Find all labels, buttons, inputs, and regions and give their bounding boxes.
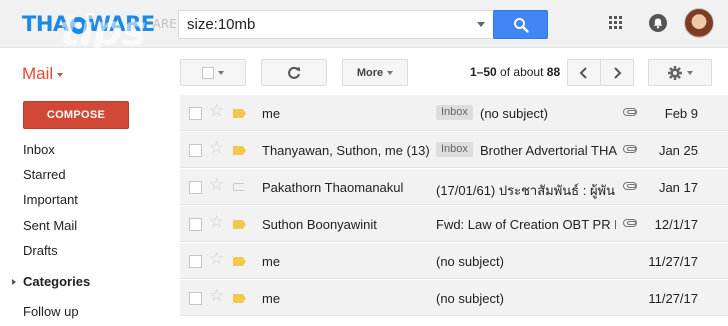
message-subject: (no subject)	[436, 254, 504, 269]
message-subject: (no subject)	[480, 106, 548, 121]
message-date: 11/27/17	[648, 291, 698, 306]
row-checkbox[interactable]	[189, 107, 202, 120]
star-icon[interactable]: ☆	[209, 214, 224, 231]
apps-grid-icon[interactable]	[609, 16, 623, 30]
avatar[interactable]	[684, 8, 714, 38]
message-date: Jan 17	[658, 180, 698, 195]
attachment-icon	[623, 108, 637, 116]
select-all-button[interactable]	[180, 59, 246, 86]
logo-dot-icon	[69, 16, 87, 34]
row-checkbox[interactable]	[189, 292, 202, 305]
message-row[interactable]: ☆ Suthon Boonyawinit Fwd: Law of Creatio…	[180, 206, 728, 242]
notifications-icon[interactable]	[649, 14, 667, 32]
row-checkbox[interactable]	[189, 144, 202, 157]
star-icon[interactable]: ☆	[209, 251, 224, 268]
message-subject: (no subject)	[436, 291, 504, 306]
bell-icon	[653, 18, 663, 29]
settings-caret-icon	[687, 70, 693, 75]
refresh-icon	[288, 66, 300, 79]
search-box	[178, 10, 496, 39]
important-marker-icon[interactable]	[233, 183, 244, 191]
inbox-label-badge: Inbox	[436, 142, 473, 157]
inbox-label-badge: Inbox	[436, 105, 473, 120]
more-label: More	[356, 66, 384, 79]
important-marker-icon[interactable]	[233, 220, 246, 229]
select-caret-icon	[218, 70, 224, 75]
star-icon[interactable]: ☆	[209, 140, 224, 157]
important-marker-icon[interactable]	[233, 294, 246, 303]
pagination-info: 1–50 of about 88	[470, 65, 560, 79]
message-row[interactable]: ☆ me (no subject) 11/27/17	[180, 280, 728, 316]
important-marker-icon[interactable]	[233, 109, 246, 118]
message-sender: Pakathorn Thaomanakul	[262, 180, 404, 195]
sidebar-item-starred[interactable]: Starred	[23, 167, 66, 182]
message-subject: Brother Advertorial THAIV	[480, 143, 617, 158]
message-subject: Fwd: Law of Creation OBT PR Ne’	[436, 217, 616, 232]
star-icon[interactable]: ☆	[209, 103, 224, 120]
message-sender: me	[262, 254, 281, 269]
sidebar-item-inbox[interactable]: Inbox	[23, 142, 55, 157]
row-checkbox[interactable]	[189, 181, 202, 194]
important-marker-icon[interactable]	[233, 146, 246, 155]
message-date: 12/1/17	[654, 217, 698, 232]
sidebar-item-follow-up[interactable]: Follow up	[23, 304, 79, 319]
total-count: 88	[546, 65, 561, 79]
message-sender: me	[262, 106, 281, 121]
more-button[interactable]: More	[342, 59, 408, 86]
search-icon	[514, 18, 529, 33]
message-date: Feb 9	[664, 106, 698, 121]
star-icon[interactable]: ☆	[209, 288, 224, 305]
logo-text-start: THA	[22, 12, 69, 36]
compose-button[interactable]: COMPOSE	[23, 101, 129, 129]
gear-icon	[668, 65, 682, 80]
row-checkbox[interactable]	[189, 255, 202, 268]
categories-expand-icon[interactable]	[12, 279, 16, 285]
chevron-left-icon	[579, 66, 587, 79]
settings-button[interactable]	[648, 59, 712, 86]
attachment-icon	[623, 219, 637, 227]
more-caret-icon	[387, 70, 394, 75]
sidebar-item-categories[interactable]: Categories	[23, 274, 90, 289]
chevron-right-icon	[614, 66, 622, 79]
row-checkbox[interactable]	[189, 218, 202, 231]
search-input[interactable]	[179, 11, 469, 38]
message-subject: (17/01/61) ประชาสัมพันธ์ : ผู้พันเบิร์	[436, 183, 616, 198]
message-sender: me	[262, 291, 281, 306]
refresh-button[interactable]	[261, 59, 327, 86]
thaiware-logo[interactable]: THA WARE ARE	[22, 10, 177, 38]
message-row[interactable]: ☆ Pakathorn Thaomanakul (17/01/61) ประชา…	[180, 169, 728, 205]
logo-text-end: WARE	[87, 12, 156, 36]
older-button[interactable]	[567, 59, 601, 86]
star-icon[interactable]: ☆	[209, 177, 224, 194]
logo-faded-suffix: ARE	[152, 17, 177, 31]
sidebar-item-sent-mail[interactable]: Sent Mail	[23, 218, 77, 233]
search-options-caret-icon[interactable]	[477, 22, 485, 27]
of-about-label: of about	[500, 65, 544, 79]
message-date: Jan 25	[658, 143, 698, 158]
message-row[interactable]: ☆ me Inbox (no subject) Feb 9	[180, 95, 728, 131]
message-row[interactable]: ☆ Thanyawan, Suthon, me (13) Inbox Broth…	[180, 132, 728, 168]
message-sender: Thanyawan, Suthon, me (13)	[262, 143, 430, 158]
mail-caret-icon	[57, 72, 64, 77]
sidebar-item-important[interactable]: Important	[23, 192, 78, 207]
message-row[interactable]: ☆ me (no subject) 11/27/17	[180, 243, 728, 279]
message-sender: Suthon Boonyawinit	[262, 217, 377, 232]
search-button[interactable]	[493, 10, 548, 39]
attachment-icon	[623, 145, 637, 153]
attachment-icon	[623, 182, 637, 190]
page-range: 1–50	[470, 65, 497, 79]
message-date: 11/27/17	[648, 254, 698, 269]
newer-button[interactable]	[600, 59, 634, 86]
select-checkbox[interactable]	[202, 66, 214, 79]
mail-label: Mail	[22, 64, 54, 83]
sidebar-item-drafts[interactable]: Drafts	[23, 243, 58, 258]
important-marker-icon[interactable]	[233, 257, 246, 266]
mail-app-switcher[interactable]: Mail	[22, 64, 64, 84]
